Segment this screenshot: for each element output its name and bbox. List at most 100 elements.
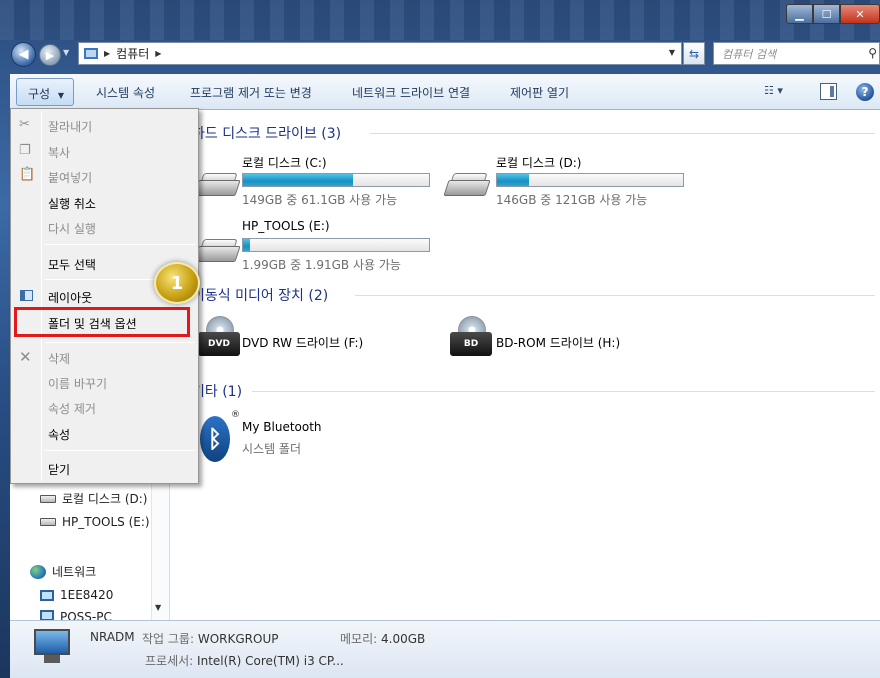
step-badge: 1: [154, 262, 200, 304]
computer-icon: [40, 610, 54, 620]
drive-d-free-space: 146GB 중 121GB 사용 가능: [496, 193, 648, 207]
delete-icon: ✕: [19, 348, 32, 366]
back-button[interactable]: ◀: [11, 42, 36, 67]
content-pane: 하드 디스크 드라이브 (3) 로컬 디스크 (C:) 149GB 중 61.1…: [170, 110, 880, 620]
drive-c-name[interactable]: 로컬 디스크 (C:): [242, 154, 327, 171]
address-dropdown-icon[interactable]: ▼: [669, 48, 675, 57]
processor-label: 프로세서:: [145, 654, 194, 668]
processor-value: Intel(R) Core(TM) i3 CP...: [197, 654, 344, 668]
menu-item-cut[interactable]: 잘라내기: [48, 118, 92, 135]
drive-e-usage-fill: [243, 239, 251, 251]
menu-item-redo[interactable]: 다시 실행: [48, 220, 96, 237]
hard-disk-icon: [442, 170, 491, 198]
recent-pages-dropdown[interactable]: ▼: [63, 48, 69, 57]
bluetooth-icon: ᛒ: [200, 416, 230, 462]
bluetooth-name[interactable]: My Bluetooth: [242, 420, 322, 434]
nav-item-label: 네트워크: [52, 565, 97, 579]
paste-icon: 📋: [19, 167, 36, 182]
map-network-drive-button[interactable]: 네트워크 드라이브 연결: [352, 84, 470, 101]
help-icon[interactable]: ?: [856, 83, 874, 101]
nav-item-local-disk-d[interactable]: 로컬 디스크 (D:): [40, 490, 147, 507]
open-control-panel-button[interactable]: 제어판 열기: [510, 84, 569, 101]
menu-item-delete[interactable]: 삭제: [48, 350, 70, 367]
drive-c-usage-bar: [242, 173, 430, 187]
workgroup-label: 작업 그룹:: [142, 632, 195, 646]
group-divider: [370, 133, 875, 134]
memory-value: 4.00GB: [381, 632, 426, 646]
forward-arrow-icon: ▶: [45, 48, 55, 62]
chevron-down-icon: ▼: [57, 91, 65, 100]
nav-item-computer-poss-pc[interactable]: POSS-PC: [40, 610, 112, 620]
drive-e-name[interactable]: HP_TOOLS (E:): [242, 219, 330, 233]
menu-item-copy[interactable]: 복사: [48, 144, 70, 161]
network-icon: [30, 564, 46, 579]
menu-item-close[interactable]: 닫기: [48, 461, 70, 478]
hard-disk-icon: [192, 170, 241, 198]
nav-item-hp-tools[interactable]: HP_TOOLS (E:): [40, 515, 150, 529]
menu-item-properties[interactable]: 속성: [48, 426, 70, 443]
refresh-button[interactable]: ⇆: [683, 42, 705, 65]
menu-separator: [45, 244, 195, 245]
nav-item-label: 로컬 디스크 (D:): [62, 492, 148, 506]
bd-rom-drive-icon: BD: [450, 316, 494, 360]
group-divider: [252, 391, 875, 392]
nav-item-label: HP_TOOLS (E:): [62, 515, 150, 529]
minimize-button[interactable]: ▁: [786, 4, 813, 24]
maximize-icon: ☐: [821, 7, 832, 21]
menu-separator: [45, 342, 195, 343]
organize-label: 구성: [28, 87, 51, 101]
drive-d-usage-bar: [496, 173, 684, 187]
search-icon[interactable]: ⚲: [868, 46, 877, 60]
group-title-other[interactable]: 기타 (1): [192, 381, 242, 401]
menu-gutter: [41, 111, 42, 481]
computer-icon: [30, 629, 72, 663]
group-divider: [355, 295, 875, 296]
drive-e-free-space: 1.99GB 중 1.91GB 사용 가능: [242, 258, 401, 272]
details-pane: NRADM 작업 그룹: WORKGROUP 메모리: 4.00GB 프로세서:…: [10, 620, 880, 678]
breadcrumb-chevron-icon[interactable]: ▶: [155, 49, 161, 58]
menu-item-undo[interactable]: 실행 취소: [48, 195, 96, 212]
search-input[interactable]: 컴퓨터 검색: [722, 46, 776, 62]
title-bar: [0, 0, 880, 40]
bd-rom-drive-name[interactable]: BD-ROM 드라이브 (H:): [496, 334, 620, 351]
search-box[interactable]: 컴퓨터 검색 ⚲: [713, 42, 880, 65]
dvd-drive-name[interactable]: DVD RW 드라이브 (F:): [242, 334, 363, 351]
drive-d-name[interactable]: 로컬 디스크 (D:): [496, 154, 581, 171]
memory-info: 메모리: 4.00GB: [340, 630, 425, 647]
copy-icon: ❐: [19, 143, 31, 158]
menu-item-rename[interactable]: 이름 바꾸기: [48, 375, 107, 392]
drive-icon: [40, 518, 56, 526]
close-icon: ✕: [855, 7, 865, 21]
address-bar[interactable]: ▶ 컴퓨터 ▶ ▼: [78, 42, 682, 65]
bluetooth-subtitle: 시스템 폴더: [242, 442, 302, 456]
computer-icon: [40, 589, 54, 601]
forward-button[interactable]: ▶: [39, 44, 61, 66]
menu-item-paste[interactable]: 붙여넣기: [48, 169, 92, 186]
explorer-window: ▁ ☐ ✕ ◀ ▶ ▼ ▶ 컴퓨터 ▶ ▼ ⇆ 컴퓨터 검색 ⚲ 구성 ▼ 시스…: [0, 0, 880, 678]
uninstall-program-button[interactable]: 프로그램 제거 또는 변경: [190, 84, 312, 101]
group-title-removable[interactable]: 이동식 미디어 장치 (2): [192, 285, 328, 305]
nav-item-label: POSS-PC: [60, 610, 112, 620]
preview-pane-icon[interactable]: [820, 83, 837, 100]
drive-icon: [40, 494, 56, 503]
menu-item-select-all[interactable]: 모두 선택: [48, 256, 96, 273]
change-view-icon[interactable]: ☷ ▾: [764, 84, 794, 100]
organize-button[interactable]: 구성 ▼: [16, 78, 74, 106]
menu-item-layout[interactable]: 레이아웃: [48, 289, 92, 306]
system-properties-button[interactable]: 시스템 속성: [96, 84, 155, 101]
menu-item-remove-properties[interactable]: 속성 제거: [48, 400, 96, 417]
drive-d-usage-fill: [497, 174, 529, 186]
nav-item-network[interactable]: 네트워크: [30, 563, 96, 580]
computer-icon: [84, 48, 98, 59]
scroll-down-icon[interactable]: ▼: [155, 603, 161, 612]
breadcrumb-computer[interactable]: 컴퓨터: [116, 45, 149, 62]
command-bar: 구성 ▼ 시스템 속성 프로그램 제거 또는 변경 네트워크 드라이브 연결 제…: [10, 74, 880, 110]
maximize-button[interactable]: ☐: [813, 4, 840, 24]
close-button[interactable]: ✕: [840, 4, 880, 24]
group-title-hard-disks[interactable]: 하드 디스크 드라이브 (3): [192, 123, 341, 143]
workgroup-info: 작업 그룹: WORKGROUP: [142, 630, 278, 647]
nav-item-computer-1ee8420[interactable]: 1EE8420: [40, 588, 113, 602]
workgroup-value: WORKGROUP: [197, 632, 279, 646]
menu-separator: [45, 450, 195, 451]
breadcrumb-chevron-icon[interactable]: ▶: [104, 49, 110, 58]
